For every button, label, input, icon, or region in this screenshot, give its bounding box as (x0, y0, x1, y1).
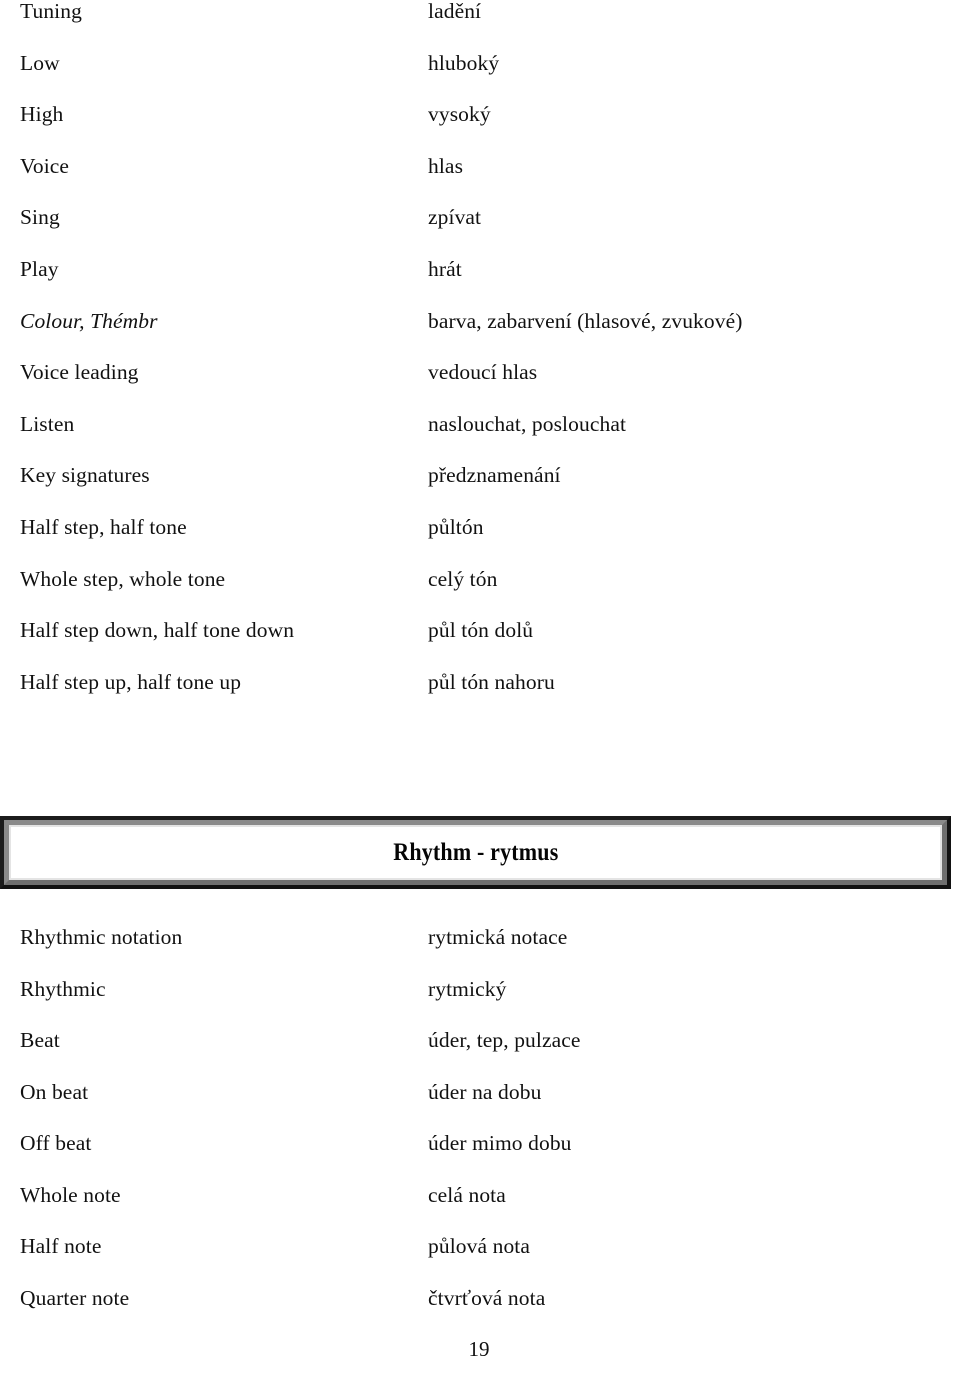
glossary-term-english: Key signatures (20, 463, 150, 488)
glossary-term-english: Whole step, whole tone (20, 566, 226, 591)
glossary-term-czech: vedoucí hlas (428, 360, 538, 385)
glossary-term-czech: úder na dobu (428, 1079, 542, 1104)
glossary-row: Rhythmic rytmický (0, 976, 960, 1030)
glossary-row: Listen naslouchat, poslouchat (0, 411, 960, 465)
glossary-row: High vysoký (0, 103, 960, 155)
glossary-row: Voice hlas (0, 153, 960, 207)
glossary-term-english: Low (20, 50, 60, 75)
glossary-term-english: Listen (20, 411, 75, 436)
section-header-frame: Rhythm - rytmus (9, 825, 942, 880)
glossary-term-english: Tuning (20, 0, 82, 23)
section-header-rhythm: Rhythm - rytmus (0, 816, 951, 889)
glossary-term-czech: barva, zabarvení (hlasové, zvukové) (428, 308, 743, 333)
glossary-row: Whole step, whole tone celý tón (0, 566, 960, 620)
glossary-term-czech: půlová nota (428, 1234, 531, 1258)
glossary-term-czech: předznamenání (428, 463, 561, 488)
glossary-section-rhythm: Rhythmic notation rytmická notace Rhythmic… (0, 925, 960, 1339)
glossary-row: Key signatures předznamenání (0, 464, 960, 516)
glossary-row: Voice leading vedoucí hlas (0, 361, 960, 413)
document-page: Tuning ladění Low hluboký High vysoký Voice hla… (0, 0, 960, 1381)
glossary-term-english: High (20, 102, 64, 127)
glossary-term-czech: ladění (428, 0, 482, 23)
glossary-term-czech: celá nota (428, 1182, 506, 1207)
glossary-term-english: Off beat (20, 1131, 92, 1155)
glossary-term-english: Voice leading (20, 360, 139, 385)
glossary-row: Play hrát (0, 256, 960, 310)
glossary-term-english: Sing (20, 205, 60, 230)
page-number: 19 (468, 1337, 490, 1361)
glossary-row: Sing zpívat (0, 206, 960, 258)
glossary-term-english: Half note (20, 1234, 102, 1258)
glossary-row: Colour, Thémbr barva, zabarvení (hlasové,… (0, 308, 960, 362)
glossary-term-czech: naslouchat, poslouchat (428, 411, 627, 436)
glossary-term-czech: čtvrťová nota (428, 1285, 546, 1310)
glossary-term-czech: celý tón (428, 566, 498, 591)
glossary-row: Rhythmic notation rytmická notace (0, 925, 960, 978)
glossary-term-czech: půl tón nahoru (428, 669, 555, 694)
glossary-term-czech: půltón (428, 514, 484, 539)
glossary-term-english: On beat (20, 1079, 89, 1104)
glossary-term-czech: půl tón dolů (428, 618, 534, 643)
glossary-term-english: Beat (20, 1028, 60, 1052)
glossary-term-english: Half step, half tone (20, 514, 187, 539)
glossary-term-czech: vysoký (428, 102, 491, 127)
glossary-term-czech: rytmická notace (428, 925, 568, 949)
glossary-term-czech: hrát (428, 256, 462, 281)
glossary-term-czech: rytmický (428, 976, 507, 1001)
glossary-row: Half step up, half tone up půl tón nahoru (0, 669, 960, 723)
glossary-term-english: Whole note (20, 1182, 121, 1207)
glossary-term-czech: úder, tep, pulzace (428, 1028, 581, 1052)
glossary-term-english: Half step up, half tone up (20, 669, 242, 694)
glossary-term-english: Quarter note (20, 1285, 130, 1310)
glossary-term-english: Rhythmic notation (20, 925, 183, 949)
glossary-row: Low hluboký (0, 50, 960, 104)
glossary-term-english: Voice (20, 153, 70, 178)
glossary-term-english: Half step down, half tone down (20, 618, 295, 643)
glossary-row: Whole note celá nota (0, 1182, 960, 1236)
glossary-row: Off beat úder mimo dobu (0, 1131, 960, 1184)
section-header-title: Rhythm - rytmus (392, 838, 559, 866)
glossary-term-czech: úder mimo dobu (428, 1131, 572, 1155)
glossary-row: Quarter note čtvrťová nota (0, 1285, 960, 1339)
glossary-row: Tuning ladění (0, 0, 960, 52)
glossary-row: Half step down, half tone down půl tón do… (0, 618, 960, 671)
glossary-term-english: Play (20, 256, 59, 281)
glossary-term-czech: zpívat (428, 205, 482, 230)
glossary-term-english: Rhythmic (20, 976, 106, 1001)
glossary-term-czech: hlas (428, 153, 464, 178)
glossary-term-english: Colour, Thémbr (20, 308, 158, 333)
glossary-row: Beat úder, tep, pulzace (0, 1028, 960, 1081)
glossary-row: On beat úder na dobu (0, 1079, 960, 1133)
section-header-bevel-inner: Rhythm - rytmus (4, 820, 947, 885)
glossary-row: Half step, half tone půltón (0, 514, 960, 568)
glossary-row: Half note půlová nota (0, 1234, 960, 1287)
glossary-section-pitch-voice: Tuning ladění Low hluboký High vysoký Voice hla… (0, 0, 960, 722)
glossary-term-czech: hluboký (428, 50, 500, 75)
